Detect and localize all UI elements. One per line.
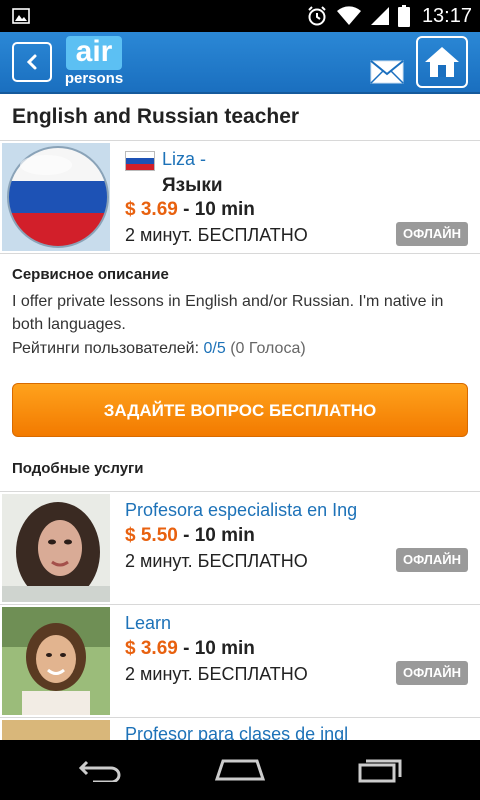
back-button[interactable]	[12, 42, 52, 82]
similar-service-item[interactable]: Profesora especialista en Ing $ 5.50 - 1…	[0, 492, 480, 604]
status-bar: 13:17	[0, 0, 480, 32]
battery-icon	[397, 5, 410, 27]
similar-service-item[interactable]: Learn $ 3.69 - 10 min 2 минут. БЕСПЛАТНО…	[0, 605, 480, 717]
nav-back-icon	[78, 760, 121, 782]
service-provider-name[interactable]: Liza -	[162, 149, 206, 170]
russian-flag-ball-image	[2, 143, 110, 251]
service-category: Языки	[162, 175, 223, 196]
service-price: $ 3.69 - 10 min	[125, 638, 255, 659]
free-minutes: 2 минут. БЕСПЛАТНО	[125, 664, 308, 684]
app-header: air persons	[0, 32, 480, 94]
similar-services-heading: Подобные услуги	[12, 460, 144, 477]
service-title[interactable]: Profesora especialista en Ing	[125, 500, 357, 521]
status-badge: ОФЛАЙН	[396, 222, 468, 246]
russian-flag-icon	[125, 151, 155, 171]
description-heading: Сервисное описание	[12, 266, 169, 283]
nav-recents-button[interactable]	[350, 752, 410, 788]
system-navigation-bar	[0, 740, 480, 800]
mail-icon	[370, 60, 404, 84]
provider-photo	[2, 494, 110, 602]
service-avatar	[2, 143, 110, 251]
logo-air-text: air	[66, 36, 122, 70]
clock-time: 13:17	[421, 4, 472, 27]
picture-icon	[12, 8, 30, 24]
page-title: English and Russian teacher	[12, 105, 300, 128]
ask-question-button[interactable]: ЗАДАЙТЕ ВОПРОС БЕСПЛАТНО	[12, 383, 468, 437]
similar-service-item[interactable]: Profesor para clases de ingl	[0, 718, 480, 740]
home-button[interactable]	[416, 36, 468, 88]
status-badge: ОФЛАЙН	[396, 661, 468, 685]
service-title[interactable]: Profesor para clases de ingl	[125, 724, 348, 740]
signal-icon	[370, 7, 389, 25]
rating-value: 0/5	[203, 340, 226, 357]
free-minutes: 2 минут. БЕСПЛАТНО	[125, 551, 308, 571]
woman-portrait-image	[2, 494, 110, 602]
service-price: $ 5.50 - 10 min	[125, 525, 255, 546]
nav-back-button[interactable]	[70, 752, 130, 788]
app-logo: air persons	[64, 36, 124, 88]
nav-home-icon	[215, 759, 265, 781]
divider	[0, 253, 480, 254]
description-text: I offer private lessons in English and/o…	[12, 293, 444, 333]
back-arrow-icon	[26, 54, 37, 70]
provider-photo	[2, 607, 110, 715]
provider-photo	[2, 720, 110, 740]
messages-button[interactable]	[370, 60, 404, 84]
service-price: $ 3.69 - 10 min	[125, 199, 255, 220]
status-badge: ОФЛАЙН	[396, 548, 468, 572]
wifi-icon	[336, 6, 361, 26]
alarm-icon	[308, 6, 326, 26]
rating-count: (0 Голоса)	[230, 340, 306, 357]
woman-portrait-image	[2, 607, 110, 715]
nav-home-button[interactable]	[210, 752, 270, 788]
main-service-card[interactable]: Liza - Языки $ 3.69 - 10 min 2 минут. БЕ…	[0, 141, 480, 253]
service-title[interactable]: Learn	[125, 613, 171, 634]
user-rating: Рейтинги пользователей: 0/5 (0 Голоса)	[12, 340, 306, 357]
nav-recents-icon	[358, 759, 402, 783]
free-minutes: 2 минут. БЕСПЛАТНО	[125, 225, 308, 245]
logo-persons-text: persons	[64, 70, 124, 87]
home-icon	[425, 47, 459, 77]
